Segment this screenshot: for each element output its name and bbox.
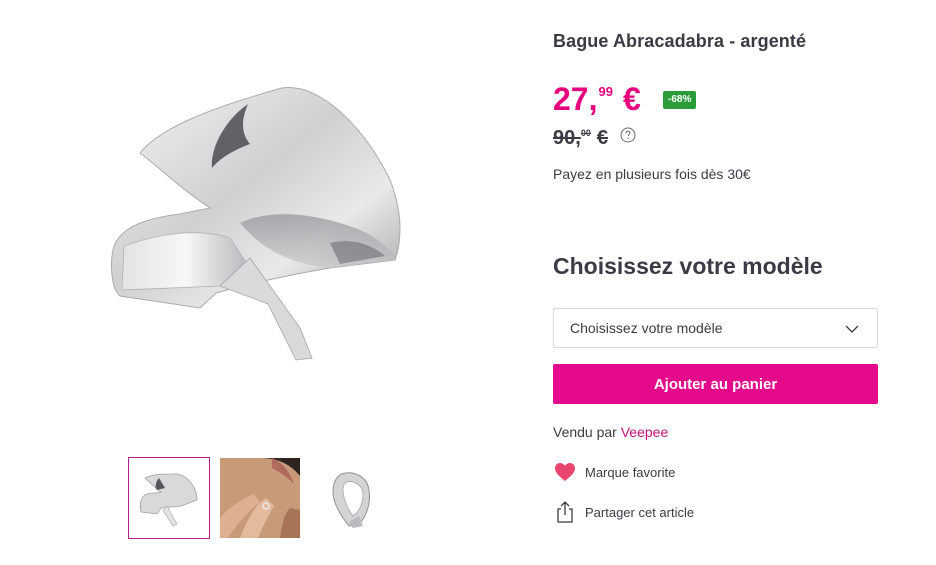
add-to-cart-button[interactable]: Ajouter au panier [553, 364, 878, 404]
model-section-heading: Choisissez votre modèle [553, 253, 823, 279]
model-select-value: Choisissez votre modèle [570, 320, 723, 336]
thumbnail-strip [128, 457, 392, 539]
old-price-integer: 90, [553, 127, 581, 149]
favorite-brand-button[interactable]: Marque favorite [553, 460, 675, 484]
share-icon [553, 500, 577, 524]
chevron-down-icon [845, 322, 859, 336]
main-product-image[interactable] [100, 68, 420, 368]
price-integer: 27, [553, 81, 598, 117]
share-button[interactable]: Partager cet article [553, 500, 694, 524]
model-select[interactable]: Choisissez votre modèle [553, 308, 878, 348]
seller-link[interactable]: Veepee [621, 424, 669, 440]
share-label: Partager cet article [585, 504, 695, 520]
heart-icon [553, 460, 577, 484]
old-price-decimals: 00 [580, 128, 591, 138]
product-title: Bague Abracadabra - argenté [553, 31, 807, 51]
installments-info: Payez en plusieurs fois dès 30€ [553, 166, 751, 182]
price-currency: € [622, 81, 641, 117]
old-price: 90, 00 € [553, 126, 608, 150]
question-circle-icon[interactable] [620, 127, 636, 143]
favorite-brand-label: Marque favorite [585, 464, 676, 480]
thumbnail-ring-side[interactable] [310, 457, 392, 539]
thumbnail-model-hand[interactable] [219, 457, 301, 539]
product-gallery [0, 0, 540, 565]
sold-by-label: Vendu par [553, 424, 621, 440]
price-decimals: 99 [598, 84, 613, 99]
discount-badge: -68% [663, 91, 697, 109]
current-price: 27, 99 € [553, 81, 641, 117]
old-price-currency: € [596, 127, 608, 149]
thumbnail-ring-front[interactable] [128, 457, 210, 539]
sold-by: Vendu par Veepee [553, 424, 668, 440]
